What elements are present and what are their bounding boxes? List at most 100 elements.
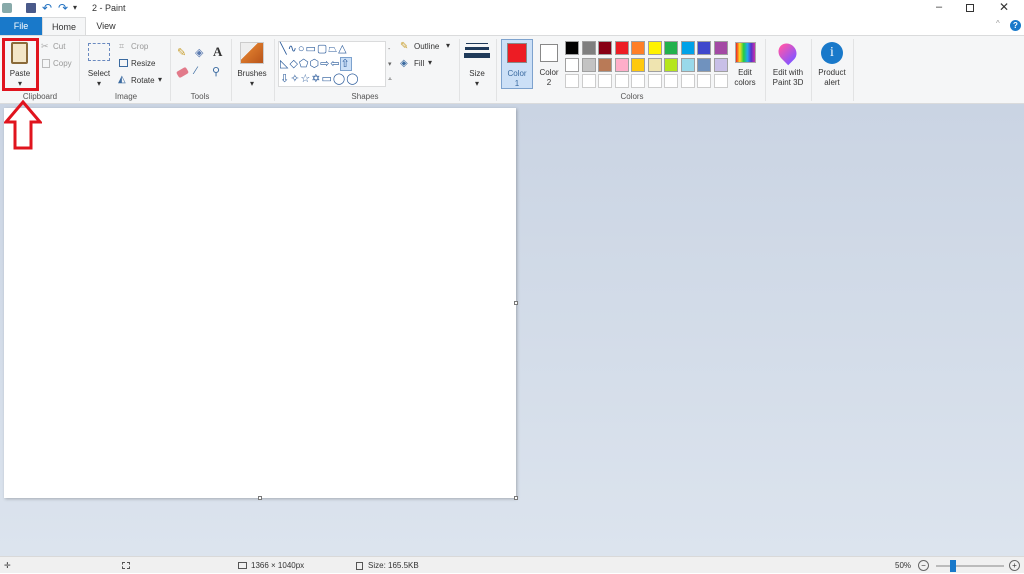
palette-swatch[interactable]: [581, 57, 596, 72]
edit-colors-label-2: colors: [734, 78, 756, 87]
edit-colors-button[interactable]: Edit colors: [731, 39, 761, 89]
outline-icon: ✎: [400, 41, 409, 52]
custom-color-slot[interactable]: [697, 74, 711, 88]
custom-color-slot[interactable]: [713, 74, 728, 88]
tab-file[interactable]: File: [0, 17, 42, 35]
palette-swatch[interactable]: [697, 41, 711, 55]
chevron-down-icon: ▾: [158, 75, 163, 84]
outline-button[interactable]: Outline: [414, 42, 439, 52]
custom-color-slot[interactable]: [664, 74, 678, 88]
color1-number: 1: [514, 79, 520, 88]
custom-color-slot[interactable]: [680, 74, 695, 88]
color1-swatch: [507, 43, 527, 63]
shapes-row: ⇩✧☆✡▭◯◯: [280, 73, 360, 85]
undo-icon[interactable]: ↶: [42, 1, 52, 15]
palette-swatch[interactable]: [647, 57, 662, 72]
brushes-button[interactable]: Brushes ▾: [234, 39, 270, 89]
resize-button[interactable]: Resize: [131, 59, 155, 69]
collapse-ribbon-icon[interactable]: ^: [996, 19, 1000, 28]
zoom-slider-thumb[interactable]: [950, 560, 956, 572]
redo-icon[interactable]: ↷: [58, 1, 68, 15]
rainbow-icon: [735, 42, 756, 63]
edit-with-paint3d-button[interactable]: Edit with Paint 3D: [767, 39, 809, 89]
fill-bucket-icon[interactable]: ◈: [195, 46, 203, 59]
shapes-row: ◺◇⬠⬡⇨⇦⇧: [280, 57, 352, 71]
palette-swatch[interactable]: [680, 57, 695, 72]
tab-home[interactable]: Home: [42, 17, 86, 35]
crop-button[interactable]: Crop: [131, 42, 148, 52]
file-size: Size: 165.5KB: [368, 561, 419, 570]
custom-color-slot[interactable]: [565, 74, 579, 88]
help-icon[interactable]: ?: [1010, 20, 1021, 31]
palette-swatch[interactable]: [697, 57, 711, 72]
color-picker-icon[interactable]: ⁄: [195, 65, 197, 77]
image-size-icon: [238, 562, 247, 569]
palette-swatch[interactable]: [631, 57, 645, 72]
palette-swatch[interactable]: [631, 41, 645, 55]
pencil-icon[interactable]: ✎: [177, 46, 186, 59]
color1-button[interactable]: Color 1: [501, 39, 533, 89]
palette-swatch[interactable]: [565, 57, 579, 72]
color2-label: Color: [539, 68, 559, 77]
palette-swatch[interactable]: [581, 41, 596, 55]
rotate-button[interactable]: Rotate: [131, 76, 155, 86]
crop-icon: ⌗: [119, 41, 125, 51]
palette-swatch[interactable]: [614, 57, 629, 72]
resize-handle-bottom[interactable]: [258, 496, 262, 500]
palette-swatch[interactable]: [598, 41, 612, 55]
palette-swatch[interactable]: [664, 57, 678, 72]
resize-handle-right[interactable]: [514, 301, 518, 305]
paint-app-icon: [2, 3, 12, 13]
text-icon[interactable]: A: [213, 44, 222, 60]
drawing-canvas[interactable]: [4, 108, 518, 500]
cursor-position-icon: ✛: [4, 561, 11, 570]
custom-color-slot[interactable]: [614, 74, 629, 88]
zoom-out-icon[interactable]: −: [918, 560, 929, 571]
file-size-icon: [356, 562, 363, 570]
color2-number: 2: [546, 78, 552, 87]
custom-color-slot[interactable]: [598, 74, 612, 88]
cut-button[interactable]: Cut: [53, 42, 65, 52]
resize-handle-corner[interactable]: [514, 496, 518, 500]
zoom-slider[interactable]: [936, 560, 1004, 572]
selection-size-icon: [122, 562, 130, 569]
palette-swatch[interactable]: [598, 57, 612, 72]
brushes-label: Brushes: [237, 69, 267, 78]
custom-color-slot[interactable]: [581, 74, 596, 88]
copy-button[interactable]: Copy: [53, 59, 72, 69]
product-alert-label-2: alert: [824, 78, 840, 87]
restore-icon[interactable]: [966, 4, 974, 12]
save-icon[interactable]: [26, 3, 36, 13]
zoom-in-icon[interactable]: +: [1009, 560, 1020, 571]
paint3d-label-2: Paint 3D: [772, 78, 804, 87]
palette-swatch[interactable]: [565, 41, 579, 55]
eraser-icon[interactable]: [175, 66, 190, 79]
close-icon[interactable]: ✕: [999, 0, 1009, 14]
shapes-scroll-icon[interactable]: - ▾ ⩡: [388, 42, 392, 87]
customize-qat-icon[interactable]: ▾: [73, 3, 77, 12]
size-label: Size: [469, 69, 485, 78]
annotation-arrow-up-icon: [4, 100, 42, 150]
chevron-down-icon: ▾: [249, 79, 254, 88]
custom-color-slot[interactable]: [647, 74, 662, 88]
palette-swatch[interactable]: [647, 41, 662, 55]
palette-swatch[interactable]: [713, 41, 728, 55]
paint3d-icon: [774, 39, 801, 66]
palette-swatch[interactable]: [614, 41, 629, 55]
palette-swatch[interactable]: [713, 57, 728, 72]
palette-swatch[interactable]: [664, 41, 678, 55]
cut-icon: ✂: [41, 41, 49, 51]
tab-view[interactable]: View: [86, 17, 126, 35]
product-alert-button[interactable]: i Product alert: [814, 39, 850, 89]
product-alert-label: Product: [818, 68, 846, 77]
palette-swatch[interactable]: [680, 41, 695, 55]
fill-button[interactable]: Fill: [414, 59, 424, 69]
minimize-icon[interactable]: –: [936, 1, 942, 13]
color2-button[interactable]: Color 2: [535, 39, 563, 89]
size-button[interactable]: Size ▾: [462, 39, 492, 89]
select-button[interactable]: Select ▾: [84, 39, 114, 89]
info-icon: i: [821, 42, 843, 64]
magnifier-icon[interactable]: ⚲: [212, 65, 220, 78]
shapes-gallery[interactable]: ╲∿○▭▢⏢△ ◺◇⬠⬡⇨⇦⇧ ⇩✧☆✡▭◯◯: [278, 41, 386, 87]
custom-color-slot[interactable]: [631, 74, 645, 88]
